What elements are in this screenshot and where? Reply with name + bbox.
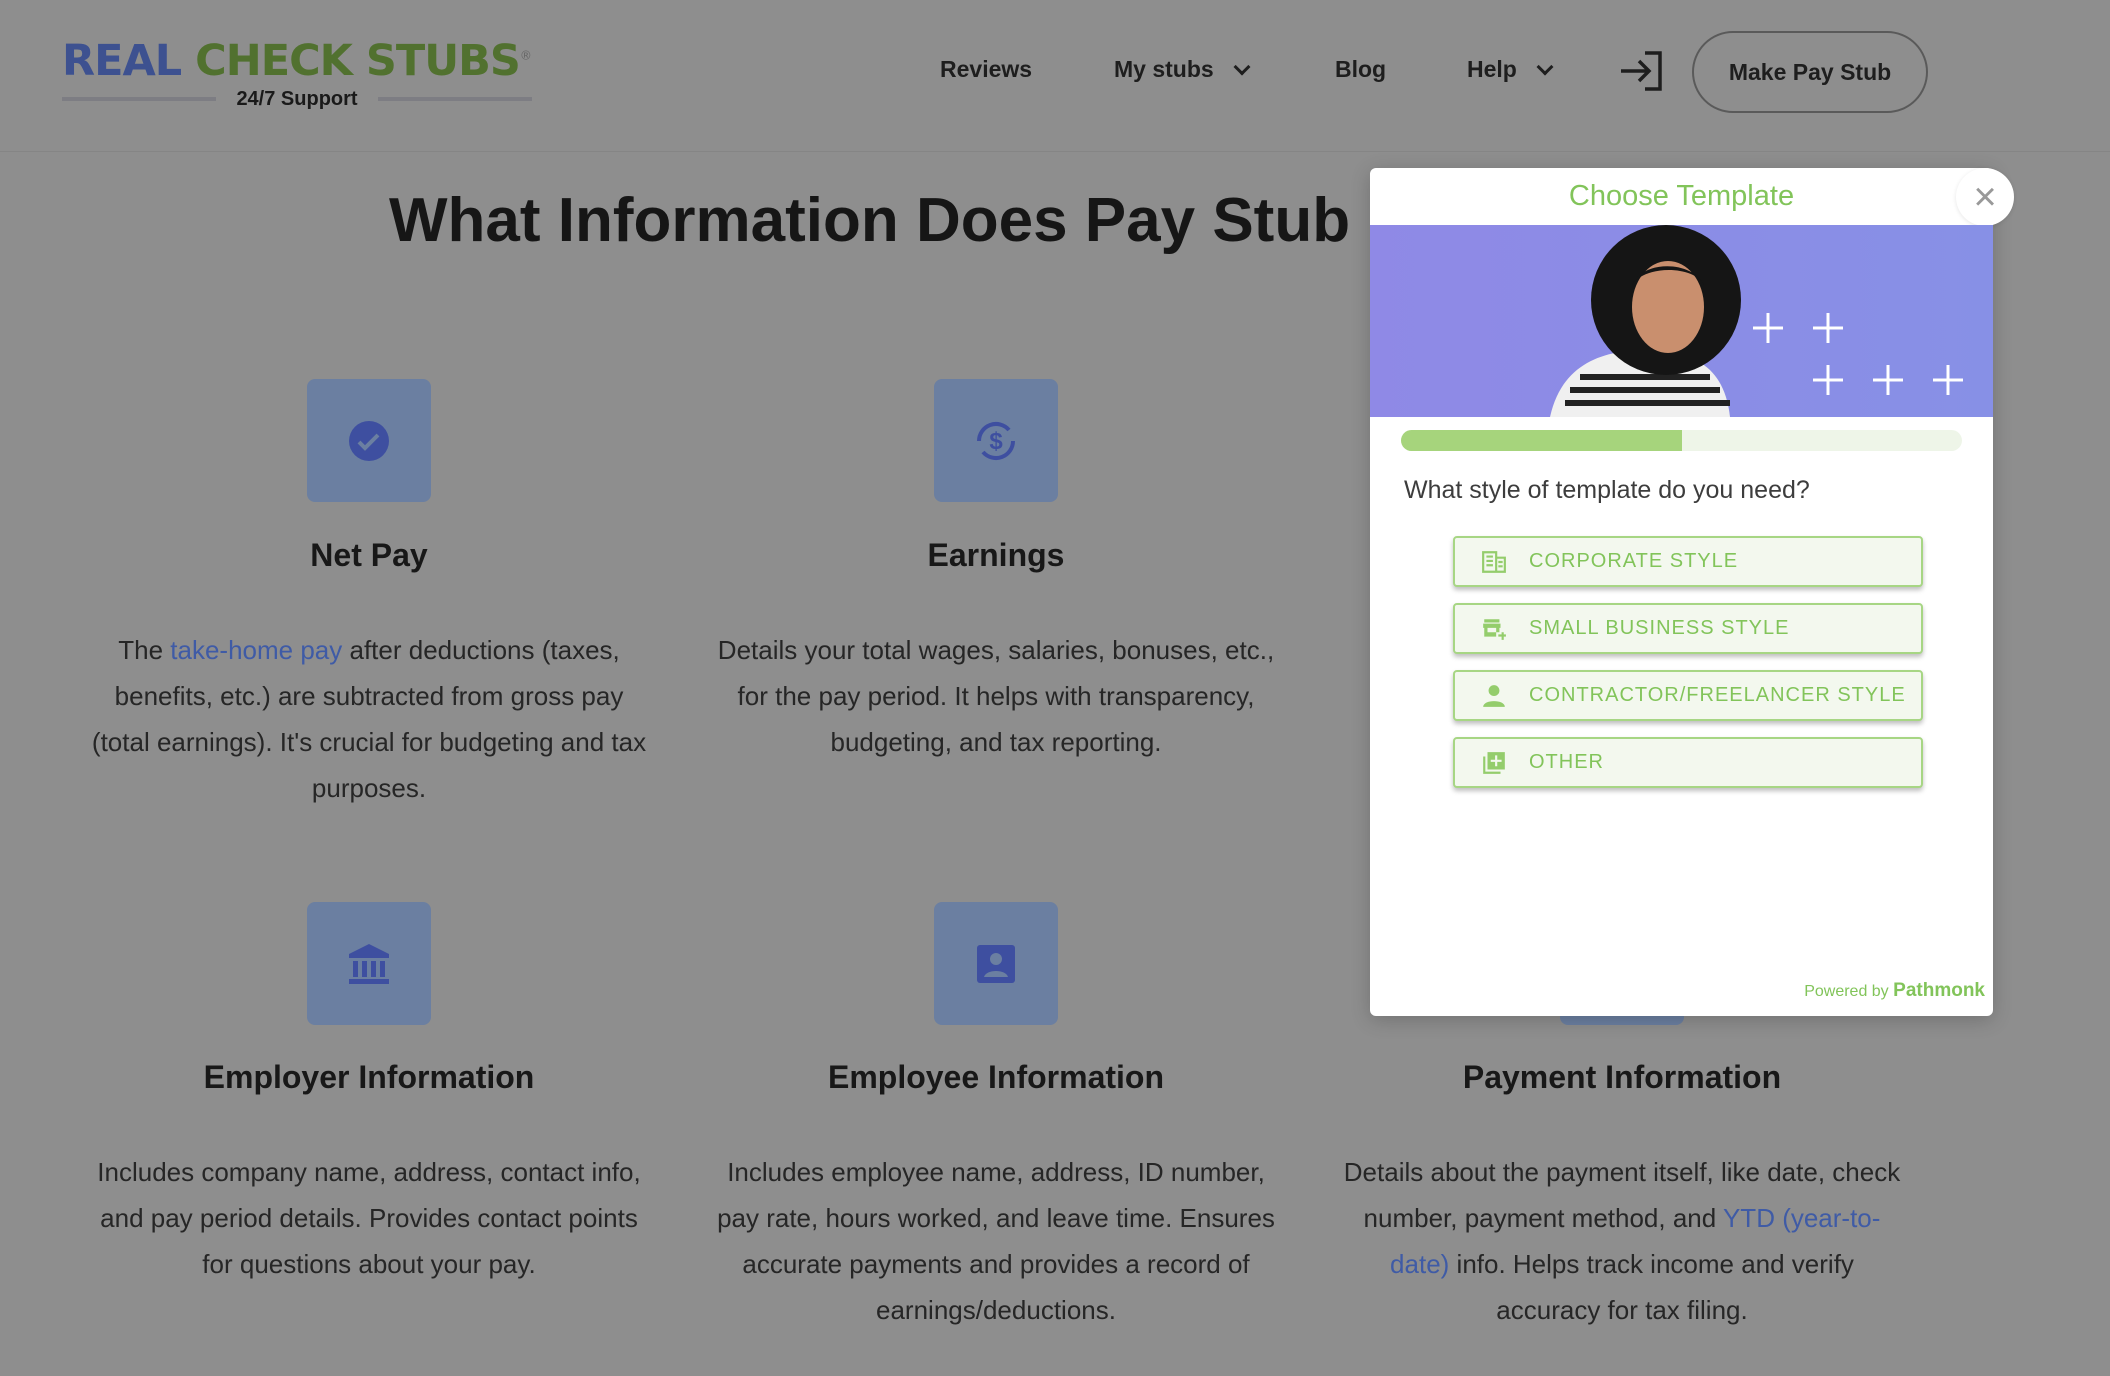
choose-template-modal: Choose Template × What style of template… xyxy=(1370,168,2014,1016)
question-text: What style of template do you need? xyxy=(1404,476,1810,504)
option-corporate-style[interactable]: CORPORATE STYLE xyxy=(1453,536,1923,587)
make-pay-stub-button[interactable]: Make Pay Stub xyxy=(1692,31,1928,113)
svg-text:$: $ xyxy=(989,428,1003,455)
take-home-pay-link[interactable]: take-home pay xyxy=(170,635,342,665)
woman-photo xyxy=(1550,225,1963,417)
nav-reviews[interactable]: Reviews xyxy=(940,56,1032,83)
logo[interactable]: REAL CHECK STUBS® xyxy=(62,36,532,86)
option-other[interactable]: OTHER xyxy=(1453,737,1923,788)
card-heading: Payment Information xyxy=(1462,1059,1782,1095)
building-icon xyxy=(1482,550,1506,573)
login-icon[interactable] xyxy=(1619,50,1665,92)
page-title: What Information Does Pay Stub I xyxy=(389,186,1385,255)
progress-fill xyxy=(1401,430,1682,451)
discount-check-icon xyxy=(307,379,431,502)
site-header: REAL CHECK STUBS® 24/7 Support Reviews M… xyxy=(0,0,2110,152)
card-text: Details your total wages, salaries, bonu… xyxy=(717,635,1275,757)
person-icon xyxy=(1483,684,1505,707)
nav-blog[interactable]: Blog xyxy=(1335,56,1386,83)
bank-icon xyxy=(307,902,431,1025)
hero-image xyxy=(1370,225,1993,417)
person-badge-icon xyxy=(934,902,1058,1025)
nav-my-stubs[interactable]: My stubs xyxy=(1114,56,1251,83)
modal-title: Choose Template xyxy=(1568,180,1795,212)
option-small-business-style[interactable]: SMALL BUSINESS STYLE xyxy=(1453,603,1923,654)
card-heading: Employer Information xyxy=(203,1059,535,1095)
card-heading: Net Pay xyxy=(310,537,428,573)
nav-help[interactable]: Help xyxy=(1467,56,1554,83)
library-add-icon xyxy=(1483,751,1505,774)
dollar-refresh-icon: $ xyxy=(934,379,1058,502)
card-text: Details about the payment itself, like d… xyxy=(1343,1157,1901,1325)
support-tagline: 24/7 Support xyxy=(62,86,533,112)
store-plus-icon xyxy=(1483,618,1506,640)
progress-bar xyxy=(1401,430,1962,451)
card-text: Includes employee name, address, ID numb… xyxy=(717,1157,1275,1325)
chevron-down-icon xyxy=(1233,58,1251,75)
card-heading: Earnings xyxy=(927,537,1065,573)
chevron-down-icon xyxy=(1536,58,1554,75)
powered-by-pathmonk[interactable]: Powered by Pathmonk xyxy=(1804,980,1985,1002)
card-heading: Employee Information xyxy=(827,1059,1165,1095)
close-icon[interactable]: × xyxy=(1956,168,2014,226)
option-contractor-freelancer-style[interactable]: CONTRACTOR/FREELANCER STYLE xyxy=(1453,670,1923,721)
card-text: The take-home pay after deductions (taxe… xyxy=(91,635,647,803)
card-text: Includes company name, address, contact … xyxy=(97,1157,641,1279)
